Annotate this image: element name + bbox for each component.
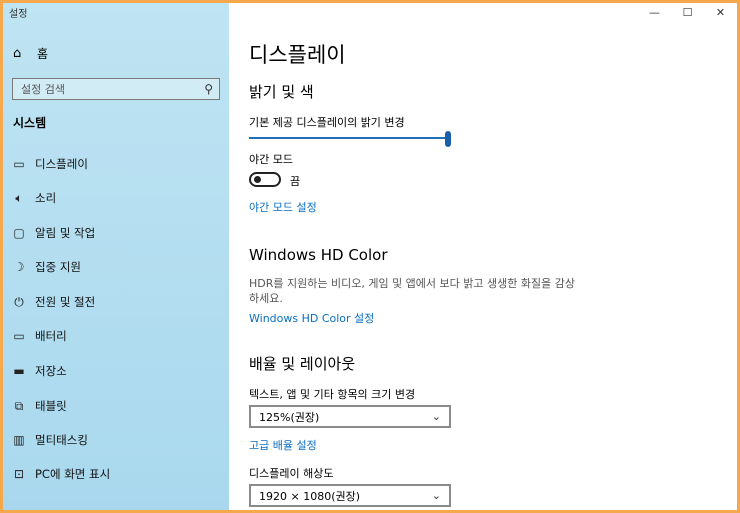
scale-label: 텍스트, 앱 및 기타 항목의 크기 변경 — [249, 388, 416, 401]
hdr-settings-link[interactable]: Windows HD Color 설정 — [249, 310, 374, 326]
speaker-icon: 🔈︎ — [15, 190, 23, 205]
notification-icon: ▢ — [13, 226, 25, 240]
scale-dropdown[interactable]: 125%(권장) ⌄ — [249, 405, 451, 428]
sidebar-item-display[interactable]: ▭ 디스플레이 — [11, 154, 88, 174]
projection-icon: ⊡ — [13, 467, 25, 481]
sidebar-item-storage[interactable]: ▬ 저장소 — [11, 361, 67, 381]
sidebar-item-battery[interactable]: ▭ 배터리 — [11, 326, 67, 346]
resolution-dropdown[interactable]: 1920 × 1080(권장) ⌄ — [249, 484, 451, 507]
sidebar-item-power[interactable]: ⏻ 전원 및 절전 — [11, 292, 95, 312]
search-box[interactable]: 설정 검색 ⚲ — [12, 78, 220, 100]
night-mode-label: 야간 모드 — [249, 153, 293, 166]
sidebar-item-label: 알림 및 작업 — [35, 226, 96, 240]
sidebar: 설정 ⌂ 홈 설정 검색 ⚲ 시스템 ▭ 디스플레이 🔈︎ 소리 ▢ 알림 및 … — [3, 3, 229, 510]
resolution-value: 1920 × 1080(권장) — [259, 489, 361, 503]
section-label: 시스템 — [13, 116, 47, 130]
chevron-down-icon: ⌄ — [431, 489, 441, 502]
tablet-icon: ⧉ — [14, 398, 24, 413]
monitor-icon: ▭ — [13, 157, 25, 171]
sidebar-item-multitasking[interactable]: ▥ 멀티태스킹 — [11, 430, 88, 450]
scale-heading: 배율 및 레이아웃 — [249, 355, 356, 373]
main-content: — ☐ ✕ 디스플레이 밝기 및 색 기본 제공 디스플레이의 밝기 변경 야간… — [229, 3, 737, 510]
night-mode-toggle[interactable] — [249, 172, 281, 187]
sidebar-item-projection[interactable]: ⊡ PC에 화면 표시 — [11, 464, 110, 484]
toggle-state: 끔 — [290, 175, 301, 188]
multitasking-icon: ▥ — [13, 433, 25, 447]
sidebar-item-notifications[interactable]: ▢ 알림 및 작업 — [11, 223, 95, 243]
window-controls: — ☐ ✕ — [638, 3, 737, 21]
home-label: 홈 — [37, 47, 49, 61]
hdr-heading: Windows HD Color — [249, 246, 388, 264]
chevron-down-icon: ⌄ — [431, 410, 441, 423]
power-icon: ⏻ — [14, 294, 24, 309]
maximize-icon[interactable]: ☐ — [671, 3, 704, 21]
sidebar-item-focus[interactable]: ☽ 집중 지원 — [11, 257, 81, 277]
sidebar-item-label: PC에 화면 표시 — [35, 467, 111, 481]
sidebar-item-label: 전원 및 절전 — [35, 295, 96, 309]
sidebar-item-label: 집중 지원 — [35, 260, 81, 274]
slider-fill — [249, 137, 448, 139]
slider-thumb[interactable] — [445, 131, 451, 147]
search-input[interactable]: 설정 검색 — [21, 81, 65, 97]
storage-icon: ▬ — [13, 364, 25, 378]
sidebar-item-label: 배터리 — [35, 329, 67, 343]
brightness-slider[interactable] — [249, 131, 451, 147]
hdr-description: HDR를 지원하는 비디오, 게임 및 앱에서 보다 밝고 생생한 화질을 감상… — [249, 277, 575, 305]
advanced-scale-link[interactable]: 고급 배율 설정 — [249, 437, 317, 453]
battery-icon: ▭ — [13, 329, 25, 343]
brightness-heading: 밝기 및 색 — [249, 83, 314, 101]
page-title: 디스플레이 — [249, 43, 346, 67]
sidebar-item-label: 소리 — [35, 191, 57, 205]
scale-value: 125%(권장) — [259, 410, 320, 424]
resolution-label: 디스플레이 해상도 — [249, 467, 334, 480]
minimize-icon[interactable]: — — [638, 3, 671, 21]
search-icon[interactable]: ⚲ — [204, 82, 213, 96]
close-icon[interactable]: ✕ — [704, 3, 737, 21]
sidebar-item-label: 저장소 — [35, 364, 67, 378]
sidebar-item-label: 멀티태스킹 — [35, 433, 88, 447]
sidebar-item-label: 태블릿 — [35, 399, 67, 413]
sidebar-item-tablet[interactable]: ⧉ 태블릿 — [11, 396, 67, 416]
home-link[interactable]: ⌂ 홈 — [13, 45, 48, 62]
night-mode-settings-link[interactable]: 야간 모드 설정 — [249, 199, 317, 215]
window-title: 설정 — [9, 9, 28, 20]
moon-icon: ☽ — [13, 260, 25, 274]
sidebar-item-label: 디스플레이 — [35, 157, 88, 171]
toggle-knob — [254, 176, 261, 183]
home-icon: ⌂ — [13, 46, 22, 61]
sidebar-item-sound[interactable]: 🔈︎ 소리 — [11, 188, 56, 208]
brightness-label: 기본 제공 디스플레이의 밝기 변경 — [249, 116, 405, 129]
settings-window: 설정 ⌂ 홈 설정 검색 ⚲ 시스템 ▭ 디스플레이 🔈︎ 소리 ▢ 알림 및 … — [3, 3, 737, 510]
